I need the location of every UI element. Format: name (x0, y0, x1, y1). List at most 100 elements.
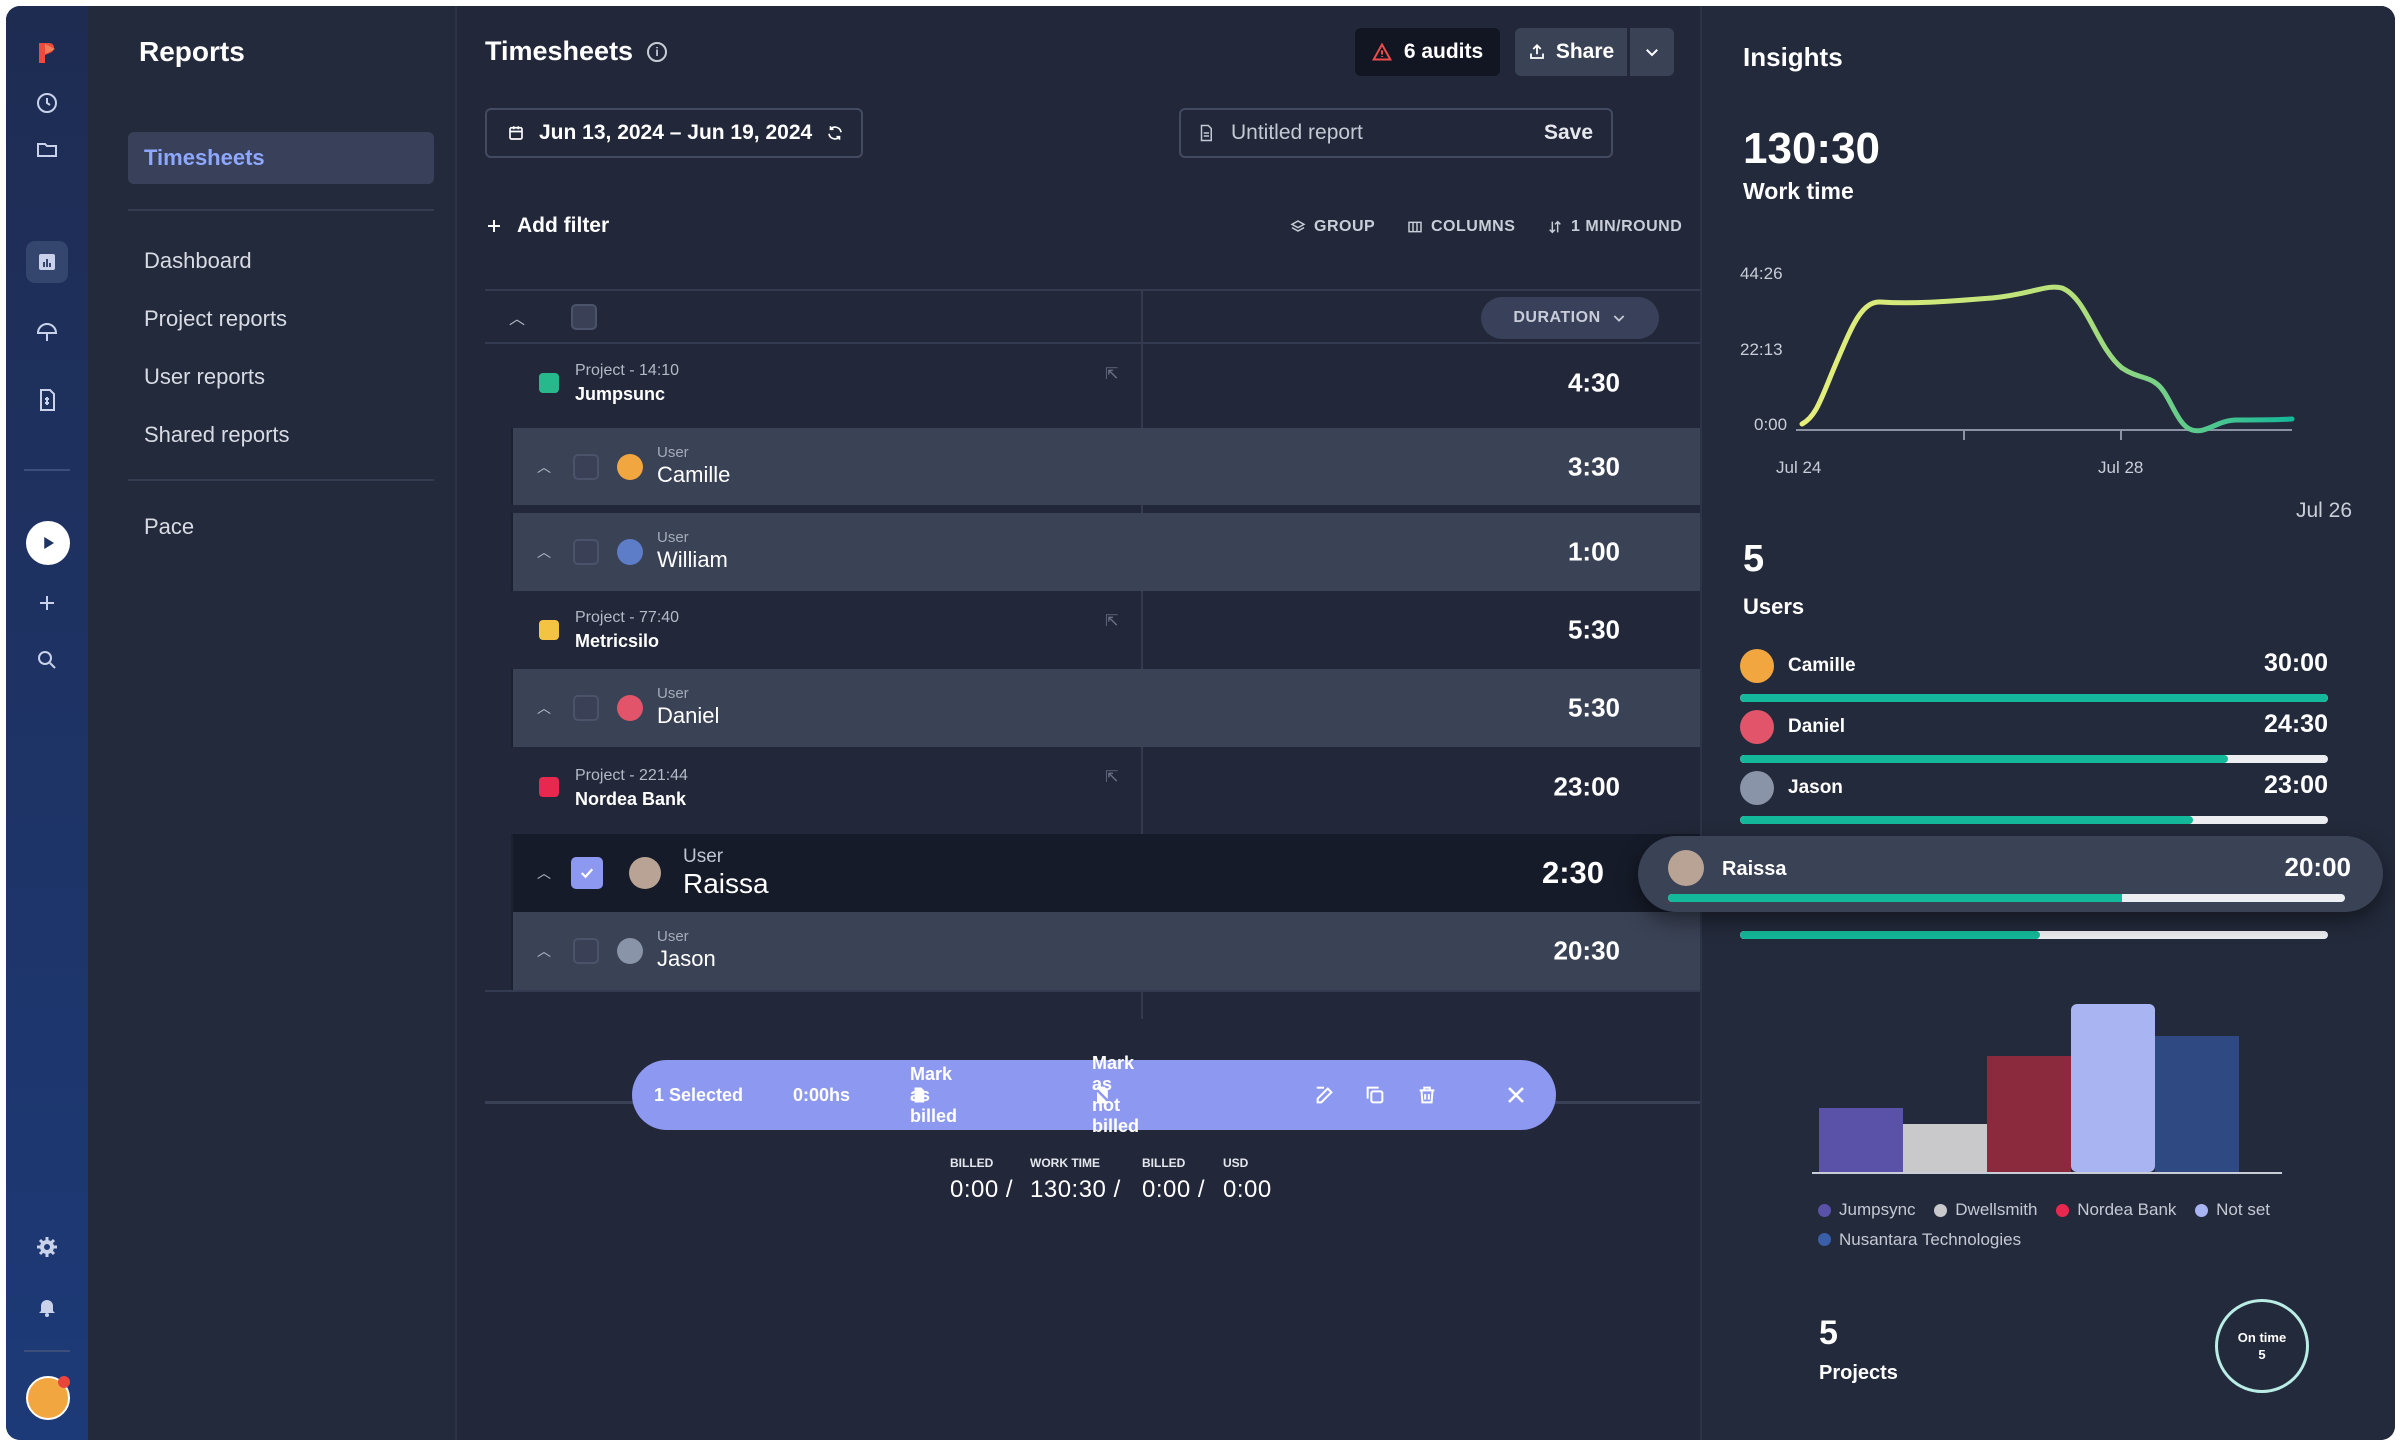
table-row[interactable]: ︿ User Camille 3:30 (511, 428, 1700, 505)
play-icon[interactable] (26, 521, 70, 565)
row-checkbox[interactable] (573, 539, 599, 565)
duplicate-icon[interactable] (1364, 1084, 1386, 1106)
external-link-icon[interactable]: ⇱ (1105, 364, 1118, 384)
legend-label: Nusantara Technologies (1839, 1229, 2022, 1249)
row-name: Daniel (657, 703, 720, 728)
document-icon (1200, 124, 1212, 142)
users-count: 5 (1743, 538, 1765, 580)
sidebar-item-pace[interactable]: Pace (144, 514, 194, 540)
sidebar-item-project-reports[interactable]: Project reports (144, 306, 287, 332)
bell-icon[interactable] (26, 1286, 68, 1328)
user-bar-track (1740, 931, 2328, 939)
row-duration: 1:00 (1567, 536, 1620, 567)
mark-billed-button[interactable]: Mark as billed (910, 1064, 957, 1126)
table-row[interactable]: Project - 221:44 Nordea Bank ⇱ 23:00 (485, 747, 1700, 827)
row-checkbox-checked[interactable] (571, 857, 603, 889)
share-button[interactable]: Share (1515, 28, 1627, 76)
audits-button[interactable]: 6 audits (1355, 28, 1500, 76)
share-icon (1529, 43, 1544, 59)
add-filter-button[interactable]: Add filter (485, 214, 609, 238)
gear-icon[interactable] (26, 1226, 68, 1268)
row-subtitle: Project - 221:44 (575, 767, 688, 784)
user-bar-row[interactable]: Camille 30:00 (1740, 649, 2328, 709)
edit-icon[interactable] (1314, 1084, 1336, 1106)
user-bar-fill (1740, 755, 2229, 763)
row-checkbox[interactable] (573, 938, 599, 964)
user-bar-row[interactable]: Jason 23:00 (1740, 771, 2328, 831)
check-icon (580, 868, 594, 879)
share-label: Share (1555, 40, 1615, 63)
sidebar-item-user-reports[interactable]: User reports (144, 364, 265, 390)
select-all-checkbox[interactable] (571, 304, 597, 330)
table-row[interactable]: ︿ User William 1:00 (511, 513, 1700, 591)
avatar (1740, 649, 1774, 683)
avatar (1740, 710, 1774, 744)
timesheets-main: Timesheets i 6 audits Share Jun 13, 2024… (457, 6, 1700, 1440)
columns-label: COLUMNS (1431, 218, 1516, 235)
expand-icon[interactable]: ︿ (537, 941, 551, 961)
table-row[interactable]: ︿ User Jason 20:30 (511, 912, 1700, 990)
trash-icon[interactable] (1416, 1084, 1438, 1106)
expand-icon[interactable]: ︿ (537, 457, 551, 477)
table-row[interactable]: Project - 14:10 Jumpsunc ⇱ 4:30 (485, 344, 1700, 422)
avatar[interactable] (26, 1376, 70, 1420)
report-name-field[interactable]: Untitled report Save (1179, 108, 1613, 158)
legend-item: Jumpsync (1818, 1196, 1916, 1224)
sidebar-item-shared-reports[interactable]: Shared reports (144, 422, 290, 448)
reports-icon[interactable] (26, 241, 68, 283)
invoice-icon[interactable] (26, 379, 68, 421)
table-row[interactable]: ︿ User Daniel 5:30 (511, 669, 1700, 747)
expand-icon[interactable]: ︿ (537, 698, 551, 718)
user-bar-row[interactable]: Daniel 24:30 (1740, 710, 2328, 770)
share-dropdown-button[interactable] (1630, 28, 1674, 76)
collapse-all-icon[interactable]: ︿ (509, 305, 525, 329)
columns-icon (1408, 221, 1422, 233)
app-window: Reports Timesheets Dashboard Project rep… (6, 6, 2395, 1440)
user-bar-name: Raissa (1722, 858, 1787, 880)
bar-not-set (2071, 1004, 2155, 1172)
sidebar-item-timesheets[interactable]: Timesheets (128, 132, 434, 184)
expand-icon[interactable]: ︿ (537, 542, 551, 562)
row-name: Camille (657, 462, 731, 487)
row-checkbox[interactable] (573, 453, 599, 480)
projects-bar-chart (1812, 1004, 2282, 1174)
user-bar-track (1740, 816, 2328, 824)
users-label: Users (1743, 594, 1805, 619)
calendar-icon (509, 126, 523, 140)
refresh-icon[interactable] (826, 124, 844, 142)
info-icon[interactable]: i (647, 41, 668, 62)
rail-divider (24, 469, 70, 471)
umbrella-icon[interactable] (26, 312, 68, 354)
search-icon[interactable] (26, 639, 68, 681)
rail-divider-bottom (24, 1350, 70, 1352)
sidebar-item-dashboard[interactable]: Dashboard (144, 248, 252, 274)
rounding-button[interactable]: 1 MIN/ROUND (1547, 218, 1682, 236)
folder-icon[interactable] (26, 128, 68, 170)
columns-button[interactable]: COLUMNS (1407, 218, 1515, 236)
date-range-picker[interactable]: Jun 13, 2024 – Jun 19, 2024 (485, 108, 863, 158)
table-row[interactable]: Project - 77:40 Metricsilo ⇱ 5:30 (485, 591, 1700, 669)
plus-icon[interactable] (26, 582, 68, 624)
date-range-label: Jun 13, 2024 – Jun 19, 2024 (539, 121, 813, 144)
user-bar-popover[interactable]: Raissa 20:00 (1638, 836, 2383, 912)
clock-icon[interactable] (26, 82, 68, 124)
close-icon[interactable] (1504, 1083, 1528, 1107)
bar-chart-legend: Jumpsync Dwellsmith Nordea Bank Not set … (1818, 1196, 2318, 1255)
logo-icon[interactable] (26, 32, 68, 74)
duration-sort-button[interactable]: DURATION (1481, 297, 1659, 339)
group-label: GROUP (1314, 218, 1376, 235)
chevron-down-icon (1613, 315, 1624, 322)
save-button[interactable]: Save (1544, 121, 1593, 145)
sort-icon (1549, 220, 1561, 234)
mark-not-billed-button[interactable]: Mark as not billed (1092, 1053, 1139, 1136)
external-link-icon[interactable]: ⇱ (1105, 767, 1118, 787)
expand-icon[interactable]: ︿ (537, 863, 551, 883)
external-link-icon[interactable]: ⇱ (1105, 611, 1118, 631)
avatar (629, 857, 661, 889)
row-checkbox[interactable] (573, 695, 599, 721)
table-row-selected[interactable]: ︿ User Raissa 2:30 (511, 834, 1700, 912)
footer-value-usd: 0:00 (1223, 1176, 1272, 1203)
sidebar-divider (128, 479, 434, 481)
add-filter-label: Add filter (517, 214, 610, 237)
group-button[interactable]: GROUP (1290, 218, 1375, 236)
